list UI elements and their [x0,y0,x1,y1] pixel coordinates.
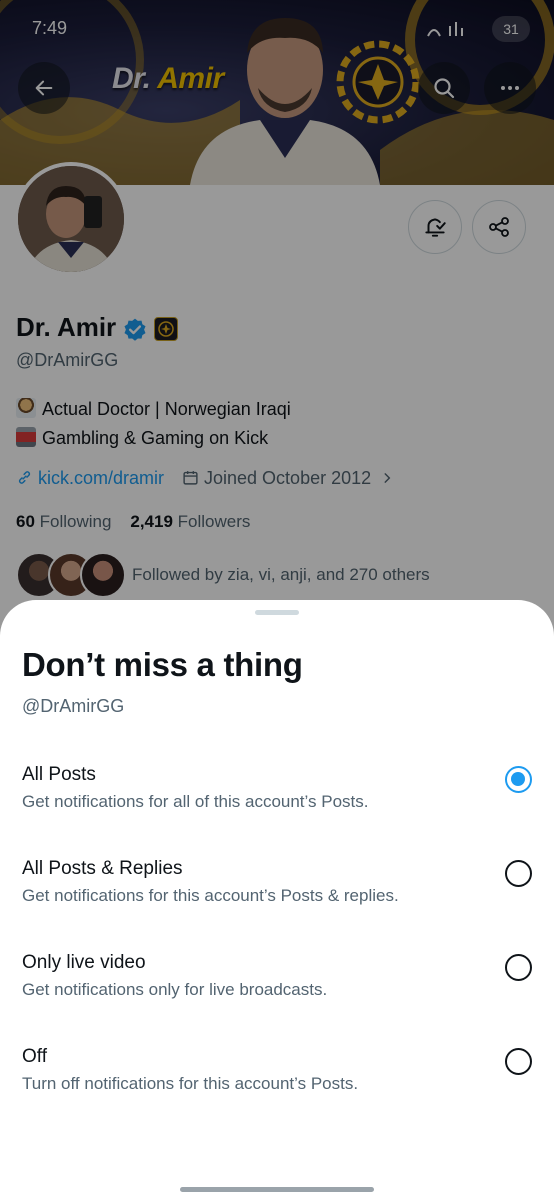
option-description: Get notifications only for live broadcas… [22,980,328,999]
sheet-title: Don’t miss a thing [22,646,303,683]
home-indicator[interactable] [180,1187,374,1192]
option-off[interactable]: Off Turn off notifications for this acco… [0,1046,554,1140]
radio-button-selected[interactable] [505,766,532,793]
option-only-live-video[interactable]: Only live video Get notifications only f… [0,952,554,1046]
notification-bottom-sheet: Don’t miss a thing @DrAmirGG All Posts G… [0,600,554,1200]
radio-button[interactable] [505,860,532,887]
option-title: All Posts & Replies [22,858,183,879]
option-description: Get notifications for this account’s Pos… [22,886,399,905]
option-description: Get notifications for all of this accoun… [22,792,369,811]
option-title: Only live video [22,952,146,973]
radio-button[interactable] [505,1048,532,1075]
sheet-drag-handle[interactable] [255,610,299,615]
option-all-posts[interactable]: All Posts Get notifications for all of t… [0,764,554,858]
sheet-subtitle: @DrAmirGG [22,696,125,716]
option-description: Turn off notifications for this account’… [22,1074,359,1093]
option-all-posts-replies[interactable]: All Posts & Replies Get notifications fo… [0,858,554,952]
radio-button[interactable] [505,954,532,981]
option-title: Off [22,1046,47,1067]
option-title: All Posts [22,764,96,785]
